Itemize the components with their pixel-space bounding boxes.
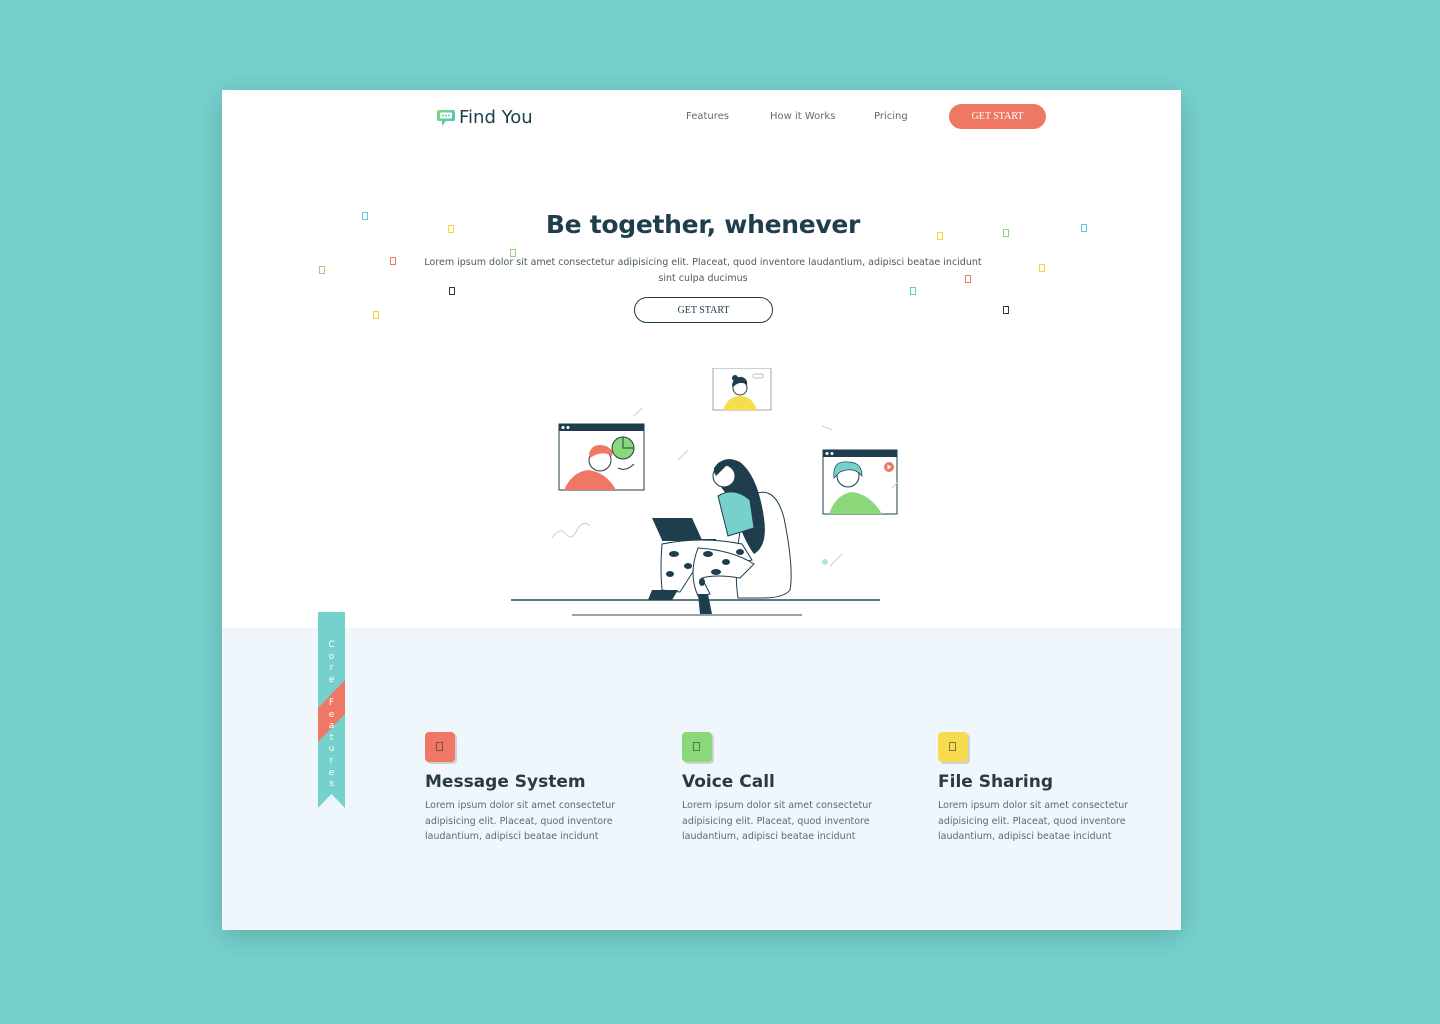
ribbon-letter: s: [329, 779, 334, 790]
logo[interactable]: Find You: [436, 107, 533, 128]
landing-page: Find You Features How it Works Pricing G…: [222, 90, 1181, 930]
ribbon-letter: e: [328, 674, 335, 685]
nav-link-pricing[interactable]: Pricing: [874, 111, 908, 122]
feature-description: Lorem ipsum dolor sit amet consectetur a…: [425, 800, 616, 842]
nav-link-how-it-works[interactable]: How it Works: [770, 111, 835, 122]
ribbon-letter: r: [329, 663, 334, 674]
ribbon-letter: e: [328, 709, 335, 720]
hero-subtitle: Lorem ipsum dolor sit amet consectetur a…: [424, 257, 982, 284]
core-features-section: Core Features Message System Lorem ipsum…: [222, 612, 1181, 930]
video-window-top: [712, 368, 772, 411]
feature-title: File Sharing: [938, 772, 1054, 792]
ribbon-letter: [330, 686, 333, 698]
brand-name: Find You: [459, 107, 533, 128]
ribbon-letter: C: [328, 640, 335, 650]
hero-title: Be together, whenever: [545, 210, 861, 239]
ribbon-letter: t: [329, 732, 334, 743]
feature-title: Message System: [425, 772, 586, 792]
feature-title: Voice Call: [682, 772, 775, 792]
feature-message-system: Message System Lorem ipsum dolor sit ame…: [425, 732, 625, 845]
feature-description: Lorem ipsum dolor sit amet consectetur a…: [682, 800, 873, 842]
ribbon-letter: u: [328, 744, 335, 755]
video-call-illustration: [511, 368, 899, 616]
ribbon-letter: r: [329, 755, 334, 766]
video-window-right: [822, 449, 898, 515]
phone-icon: [682, 732, 712, 762]
feature-description: Lorem ipsum dolor sit amet consectetur a…: [938, 800, 1129, 842]
ribbon-label: Core Features: [318, 640, 345, 791]
chat-bubble-icon: [437, 109, 455, 126]
video-window-left: [558, 423, 645, 491]
ribbon-letter: F: [328, 697, 335, 708]
ribbon-letter: e: [328, 767, 335, 778]
feature-file-sharing: File Sharing Lorem ipsum dolor sit amet …: [938, 732, 1138, 845]
message-icon: [425, 732, 455, 762]
nav-get-start-button[interactable]: GET START: [949, 104, 1046, 129]
ribbon-letter: o: [328, 651, 335, 662]
feature-voice-call: Voice Call Lorem ipsum dolor sit amet co…: [682, 732, 882, 845]
file-icon: [938, 732, 968, 762]
nav-link-features[interactable]: Features: [686, 111, 729, 122]
ribbon-letter: a: [328, 721, 335, 732]
hero-get-start-button[interactable]: GET START: [634, 297, 773, 323]
